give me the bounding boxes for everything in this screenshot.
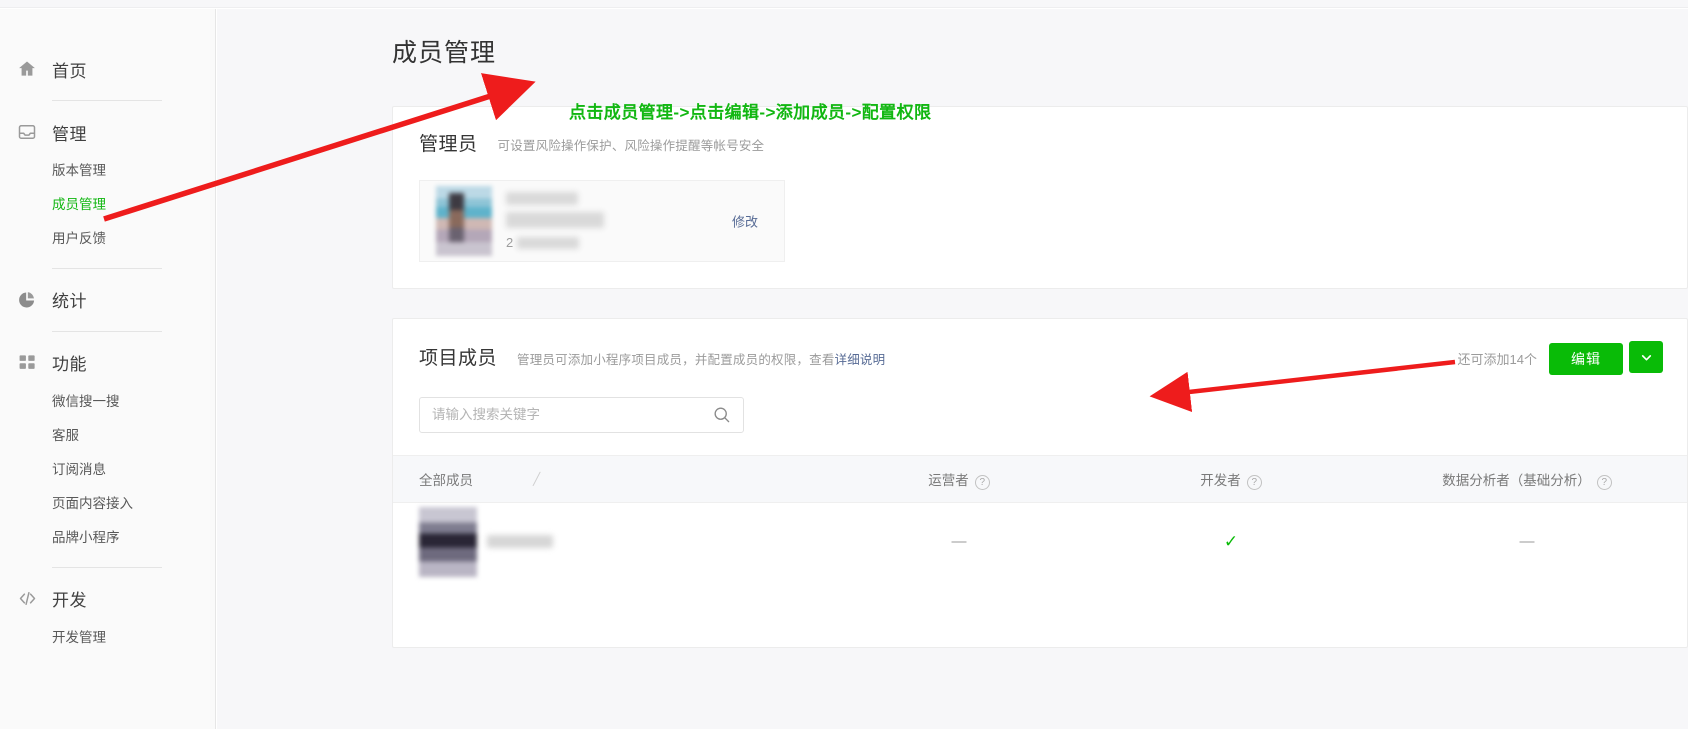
sidebar-divider (52, 566, 162, 568)
admin-member-row: 2 修改 (419, 180, 785, 262)
sidebar-item-customer-service[interactable]: 客服 (0, 419, 215, 453)
page-title: 成员管理 (392, 39, 497, 67)
help-icon[interactable]: ? (1246, 475, 1262, 491)
help-icon[interactable]: ? (974, 475, 990, 491)
sidebar-item-member-manage[interactable]: 成员管理 (0, 188, 215, 222)
members-card: 项目成员 管理员可添加小程序项目成员，并配置成员的权限，查看详细说明 还可添加1… (392, 318, 1688, 648)
inbox-icon (14, 119, 40, 145)
table-header-label: 开发者 (1200, 472, 1241, 488)
member-name-masked (487, 535, 553, 548)
table-header-all-members: 全部成员 ╱ (393, 469, 823, 489)
sidebar-group-stats: 统计 (0, 280, 215, 332)
avatar (436, 186, 492, 256)
sidebar-item-page-content[interactable]: 页面内容接入 (0, 487, 215, 521)
table-header-row: 全部成员 ╱ 运营者? 开发者? 数据分析者（基础分析）? (393, 454, 1687, 503)
admin-member-detail-masked (506, 212, 604, 228)
search-box[interactable] (419, 396, 744, 433)
sidebar-item-label: 功能 (52, 355, 87, 375)
sidebar-item-features[interactable]: 功能 (0, 343, 215, 383)
sidebar-group-manage: 管理 版本管理 成员管理 用户反馈 (0, 112, 215, 269)
admin-member-id-prefix: 2 (506, 235, 514, 250)
modify-link[interactable]: 修改 (732, 212, 758, 231)
detail-description-link[interactable]: 详细说明 (835, 353, 886, 367)
main-content: 成员管理 点击成员管理->点击编辑->添加成员->配置权限 管理员 可设置风险操… (217, 9, 1688, 729)
help-icon[interactable]: ? (1596, 475, 1612, 491)
sidebar-item-develop[interactable]: 开发 (0, 579, 215, 619)
top-strip (0, 0, 1688, 8)
code-icon (14, 586, 40, 612)
sidebar-item-subscribe-message[interactable]: 订阅消息 (0, 453, 215, 487)
table-header-label: 全部成员 (419, 472, 473, 488)
permission-value: — (1519, 533, 1535, 550)
members-card-subtitle: 管理员可添加小程序项目成员，并配置成员的权限，查看详细说明 (517, 349, 885, 368)
table-cell-member (393, 506, 823, 577)
sidebar-item-home[interactable]: 首页 (0, 49, 215, 89)
search-input[interactable] (432, 407, 712, 422)
admin-card-header: 管理员 可设置风险操作保护、风险操作提醒等帐号安全 (393, 129, 1687, 156)
edit-button[interactable]: 编辑 (1549, 342, 1623, 375)
remaining-slots-label: 还可添加14个 (1457, 351, 1537, 367)
admin-card-title: 管理员 (419, 134, 478, 155)
members-card-header: 项目成员 管理员可添加小程序项目成员，并配置成员的权限，查看详细说明 还可添加1… (393, 341, 1687, 375)
sidebar-item-version-manage[interactable]: 版本管理 (0, 154, 215, 188)
admin-member-id-masked (517, 236, 580, 249)
sidebar: 首页 管理 版本管理 成员管理 用户反馈 统计 功能 微信搜一搜 客服 订阅消息… (0, 9, 216, 729)
sidebar-divider (52, 267, 162, 269)
grid-icon (14, 350, 40, 376)
sidebar-item-user-feedback[interactable]: 用户反馈 (0, 222, 215, 256)
table-header-operator: 运营者? (823, 469, 1095, 491)
members-table: 全部成员 ╱ 运营者? 开发者? 数据分析者（基础分析）? — ✓ — (393, 454, 1687, 581)
members-card-title: 项目成员 (419, 347, 498, 369)
sidebar-item-develop-manage[interactable]: 开发管理 (0, 621, 215, 655)
table-cell-analyst: — (1367, 533, 1687, 550)
admin-member-name-masked (506, 192, 578, 205)
table-cell-operator: — (823, 533, 1095, 550)
table-row[interactable]: — ✓ — (393, 502, 1687, 581)
edit-dropdown-button[interactable] (1629, 341, 1663, 373)
sidebar-item-stats[interactable]: 统计 (0, 280, 215, 320)
sidebar-item-label: 开发 (52, 591, 87, 610)
table-header-analyst: 数据分析者（基础分析）? (1367, 469, 1687, 491)
sidebar-item-label: 首页 (52, 61, 87, 81)
members-card-subtitle-text: 管理员可添加小程序项目成员，并配置成员的权限，查看 (517, 352, 835, 367)
sidebar-item-wechat-search[interactable]: 微信搜一搜 (0, 385, 215, 419)
table-header-label: 运营者 (928, 472, 969, 488)
home-icon (14, 56, 40, 82)
pie-chart-icon (14, 287, 40, 313)
table-header-developer: 开发者? (1095, 469, 1367, 491)
permission-value: — (951, 533, 967, 550)
admin-card-subtitle: 可设置风险操作保护、风险操作提醒等帐号安全 (497, 139, 765, 153)
sidebar-group-develop: 开发 开发管理 (0, 579, 215, 655)
sidebar-item-brand-miniprogram[interactable]: 品牌小程序 (0, 521, 215, 555)
sidebar-divider (52, 330, 162, 332)
search-icon[interactable] (712, 405, 731, 424)
table-cell-developer: ✓ (1095, 532, 1367, 552)
app-window: 首页 管理 版本管理 成员管理 用户反馈 统计 功能 微信搜一搜 客服 订阅消息… (0, 0, 1688, 729)
sidebar-item-label: 管理 (52, 124, 87, 144)
edit-pencil-icon[interactable]: ╱ (533, 472, 540, 486)
chevron-down-icon (1640, 351, 1653, 364)
table-header-label: 数据分析者（基础分析） (1442, 472, 1591, 488)
sidebar-divider (52, 100, 162, 101)
sidebar-item-label: 统计 (52, 292, 87, 312)
avatar (419, 506, 477, 577)
permission-value: ✓ (1223, 531, 1239, 551)
search-area (419, 396, 1661, 433)
sidebar-item-manage[interactable]: 管理 (0, 112, 215, 152)
annotation-text: 点击成员管理->点击编辑->添加成员->配置权限 (569, 103, 932, 122)
admin-member-info: 2 (506, 192, 604, 250)
admin-card: 管理员 可设置风险操作保护、风险操作提醒等帐号安全 2 修改 (392, 106, 1688, 289)
sidebar-group-features: 功能 微信搜一搜 客服 订阅消息 页面内容接入 品牌小程序 (0, 343, 215, 568)
sidebar-group-home: 首页 (0, 49, 215, 101)
